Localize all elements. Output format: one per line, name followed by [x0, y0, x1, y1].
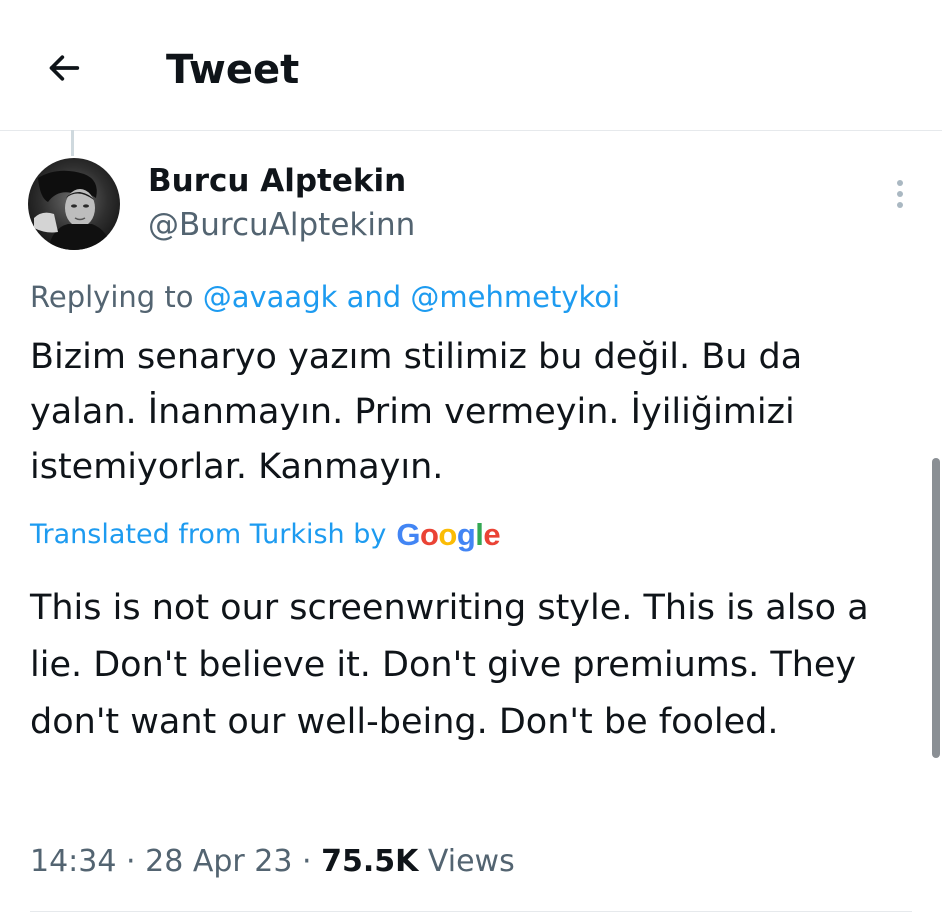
scrollbar-thumb[interactable] — [932, 458, 940, 758]
tweet-time[interactable]: 14:34 — [30, 844, 116, 879]
mention-joiner[interactable]: and — [347, 280, 402, 314]
mention-link-avaagk[interactable]: @avaagk — [203, 280, 338, 314]
tweet-text: Bizim senaryo yazım stilimiz bu değil. B… — [30, 337, 803, 487]
avatar[interactable] — [28, 158, 120, 250]
more-options-button[interactable] — [880, 172, 920, 216]
mention-link-mehmetykoi[interactable]: @mehmetykoi — [410, 280, 620, 314]
replying-to: Replying to @avaagk and @mehmetykoi — [30, 276, 620, 318]
page-title: Tweet — [166, 47, 300, 93]
back-button[interactable] — [38, 42, 90, 94]
arrow-left-icon — [49, 55, 80, 81]
google-logo-letter: o — [419, 517, 439, 552]
thread-connector-line — [71, 130, 74, 156]
translated-text: This is not our screenwriting style. Thi… — [30, 588, 869, 742]
replying-prefix: Replying to — [30, 280, 194, 314]
author-name[interactable]: Burcu Alptekin — [148, 160, 406, 202]
avatar-photo — [28, 158, 120, 250]
views-count[interactable]: 75.5K — [321, 844, 418, 879]
tweet-date[interactable]: 28 Apr 23 — [145, 844, 292, 879]
separator: · — [126, 844, 136, 879]
author-handle[interactable]: @BurcuAlptekinn — [148, 204, 415, 246]
google-logo: Google — [396, 514, 500, 556]
more-vertical-icon — [897, 180, 903, 186]
divider — [30, 911, 912, 912]
views-label[interactable]: Views — [428, 844, 515, 879]
top-bar: Tweet — [0, 0, 942, 131]
separator: · — [301, 844, 312, 879]
google-logo-letter: G — [396, 517, 420, 552]
tweet-metadata: 14:34 · 28 Apr 23 · 75.5K Views — [30, 840, 515, 884]
google-logo-letter: e — [483, 517, 501, 552]
google-logo-letter: g — [456, 517, 476, 552]
more-vertical-icon-dot — [897, 202, 903, 208]
translated-label: Translated from Turkish by — [30, 519, 387, 550]
translation-attribution[interactable]: Translated from Turkish by Google — [30, 514, 501, 556]
google-logo-letter: o — [438, 517, 457, 552]
more-vertical-icon-dot — [897, 191, 903, 197]
